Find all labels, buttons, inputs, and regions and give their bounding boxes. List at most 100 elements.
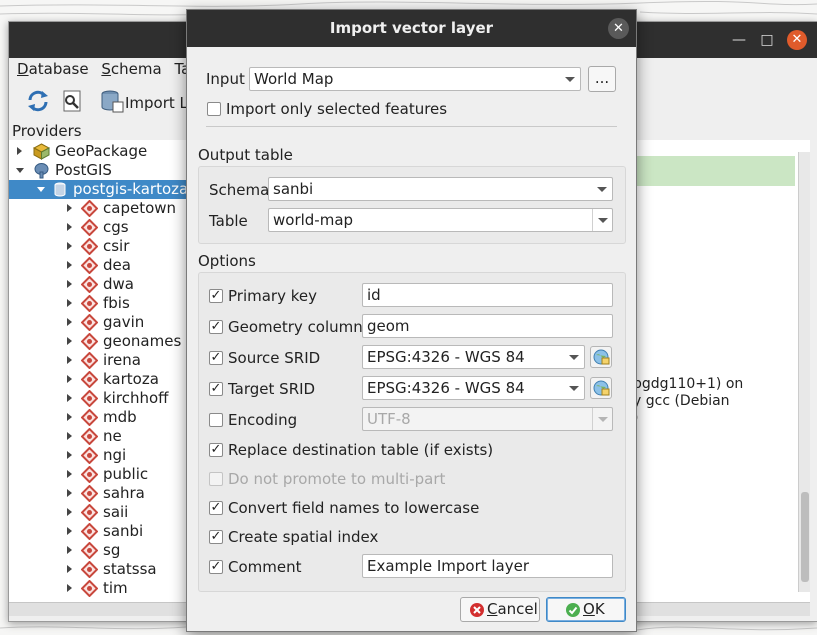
- expand-arrow-icon[interactable]: [67, 337, 72, 345]
- table-combo[interactable]: world-map: [268, 208, 613, 232]
- encoding-combo[interactable]: UTF-8: [362, 407, 613, 431]
- comment-checkbox[interactable]: ✓: [209, 560, 223, 574]
- expand-arrow-icon[interactable]: [67, 356, 72, 364]
- tree-item-schema[interactable]: public: [9, 465, 195, 484]
- chevron-down-icon[interactable]: [564, 377, 584, 399]
- providers-tree[interactable]: GeoPackage PostGIS postgis-kartoza-c cap…: [9, 140, 195, 602]
- tree-item-schema[interactable]: dwa: [9, 275, 195, 294]
- target-srid-value: EPSG:4326 - WGS 84: [367, 379, 525, 397]
- tree-item-schema[interactable]: kartoza: [9, 370, 195, 389]
- browse-button[interactable]: ...: [588, 66, 616, 92]
- table-label: Table: [209, 212, 248, 230]
- ok-button[interactable]: OK: [546, 597, 626, 622]
- menu-schema[interactable]: Schema: [101, 60, 161, 78]
- tree-item-schema[interactable]: tim: [9, 579, 195, 598]
- chevron-down-icon[interactable]: [592, 178, 612, 200]
- import-selected-checkbox[interactable]: [207, 102, 221, 116]
- expand-arrow-icon[interactable]: [67, 584, 72, 592]
- minimize-icon[interactable]: —: [729, 30, 749, 50]
- source-srid-checkbox[interactable]: ✓: [209, 351, 223, 365]
- tree-item-schema[interactable]: irena: [9, 351, 195, 370]
- expand-arrow-icon[interactable]: [67, 242, 72, 250]
- expand-arrow-icon[interactable]: [67, 394, 72, 402]
- chevron-down-icon[interactable]: [564, 346, 584, 368]
- tree-item-schema[interactable]: fbis: [9, 294, 195, 313]
- target-srid-checkbox[interactable]: ✓: [209, 382, 223, 396]
- chevron-down-icon[interactable]: [560, 68, 580, 90]
- tree-item-schema[interactable]: sg: [9, 541, 195, 560]
- vertical-scrollbar[interactable]: [798, 152, 810, 592]
- maximize-icon[interactable]: □: [757, 30, 777, 50]
- tree-item-schema[interactable]: sahra: [9, 484, 195, 503]
- expand-arrow-icon[interactable]: [67, 261, 72, 269]
- geometry-column-checkbox[interactable]: ✓: [209, 320, 223, 334]
- tree-item-schema[interactable]: cgs: [9, 218, 195, 237]
- target-srid-combo[interactable]: EPSG:4326 - WGS 84: [362, 376, 585, 400]
- select-crs-button[interactable]: [590, 377, 612, 399]
- tree-item-schema[interactable]: dea: [9, 256, 195, 275]
- primary-key-checkbox[interactable]: ✓: [209, 289, 223, 303]
- expand-arrow-icon[interactable]: [67, 299, 72, 307]
- cancel-button[interactable]: Cancel: [460, 597, 540, 622]
- tree-item-connection[interactable]: postgis-kartoza-c: [9, 180, 195, 199]
- expand-arrow-icon[interactable]: [67, 527, 72, 535]
- tree-item-label: mdb: [103, 408, 137, 426]
- input-layer-combo[interactable]: World Map: [249, 67, 581, 91]
- expand-arrow-icon[interactable]: [67, 489, 72, 497]
- tree-item-label: tim: [103, 579, 128, 597]
- expand-arrow-icon[interactable]: [67, 204, 72, 212]
- tree-item-schema[interactable]: geonames: [9, 332, 195, 351]
- tree-item-schema[interactable]: ne: [9, 427, 195, 446]
- expand-arrow-icon[interactable]: [67, 470, 72, 478]
- schema-combo[interactable]: sanbi: [268, 177, 613, 201]
- replace-table-checkbox[interactable]: ✓: [209, 443, 223, 457]
- window-close-icon[interactable]: ✕: [787, 30, 807, 50]
- tree-item-geopackage[interactable]: GeoPackage: [9, 142, 195, 161]
- collapse-arrow-icon[interactable]: [37, 187, 45, 192]
- spatial-index-checkbox[interactable]: ✓: [209, 530, 223, 544]
- encoding-checkbox[interactable]: [209, 413, 223, 427]
- collapse-arrow-icon[interactable]: [16, 168, 24, 173]
- tree-item-schema[interactable]: capetown: [9, 199, 195, 218]
- spatial-index-label: Create spatial index: [228, 528, 379, 546]
- chevron-down-icon[interactable]: [592, 408, 612, 430]
- sql-window-icon[interactable]: [59, 88, 85, 114]
- chevron-down-icon[interactable]: [592, 209, 612, 231]
- expand-arrow-icon[interactable]: [67, 546, 72, 554]
- menu-database[interactable]: Database: [17, 60, 89, 78]
- expand-arrow-icon[interactable]: [67, 280, 72, 288]
- expand-arrow-icon[interactable]: [67, 565, 72, 573]
- expand-arrow-icon[interactable]: [67, 508, 72, 516]
- refresh-icon[interactable]: [25, 88, 51, 114]
- import-layer-icon[interactable]: [99, 88, 125, 114]
- tree-item-label: geonames: [103, 332, 182, 350]
- lowercase-checkbox[interactable]: ✓: [209, 501, 223, 515]
- expand-arrow-icon[interactable]: [67, 451, 72, 459]
- globe-icon: [593, 349, 610, 365]
- comment-field[interactable]: Example Import layer: [362, 554, 613, 578]
- expand-arrow-icon[interactable]: [67, 375, 72, 383]
- geometry-column-field[interactable]: geom: [362, 314, 613, 338]
- select-crs-button[interactable]: [590, 346, 612, 368]
- tree-item-schema[interactable]: kirchhoff: [9, 389, 195, 408]
- dialog-close-icon[interactable]: ✕: [608, 18, 629, 39]
- tree-item-schema[interactable]: gavin: [9, 313, 195, 332]
- tree-item-schema[interactable]: csir: [9, 237, 195, 256]
- info-text: pgdg110+1) on y gcc (Debian ): [633, 376, 743, 427]
- source-srid-combo[interactable]: EPSG:4326 - WGS 84: [362, 345, 585, 369]
- tree-item-schema[interactable]: ngi: [9, 446, 195, 465]
- expand-arrow-icon[interactable]: [67, 413, 72, 421]
- tree-item-schema[interactable]: mdb: [9, 408, 195, 427]
- expand-arrow-icon[interactable]: [67, 223, 72, 231]
- tree-item-schema[interactable]: sanbi: [9, 522, 195, 541]
- tree-item-schema[interactable]: statssa: [9, 560, 195, 579]
- tree-item-postgis[interactable]: PostGIS: [9, 161, 195, 180]
- expand-arrow-icon[interactable]: [67, 318, 72, 326]
- cancel-label: ancel: [497, 600, 538, 618]
- scrollbar-thumb[interactable]: [801, 492, 809, 582]
- primary-key-field[interactable]: id: [362, 283, 613, 307]
- expand-arrow-icon[interactable]: [17, 147, 22, 155]
- no-promote-checkbox[interactable]: [209, 472, 223, 486]
- tree-item-schema[interactable]: saii: [9, 503, 195, 522]
- expand-arrow-icon[interactable]: [67, 432, 72, 440]
